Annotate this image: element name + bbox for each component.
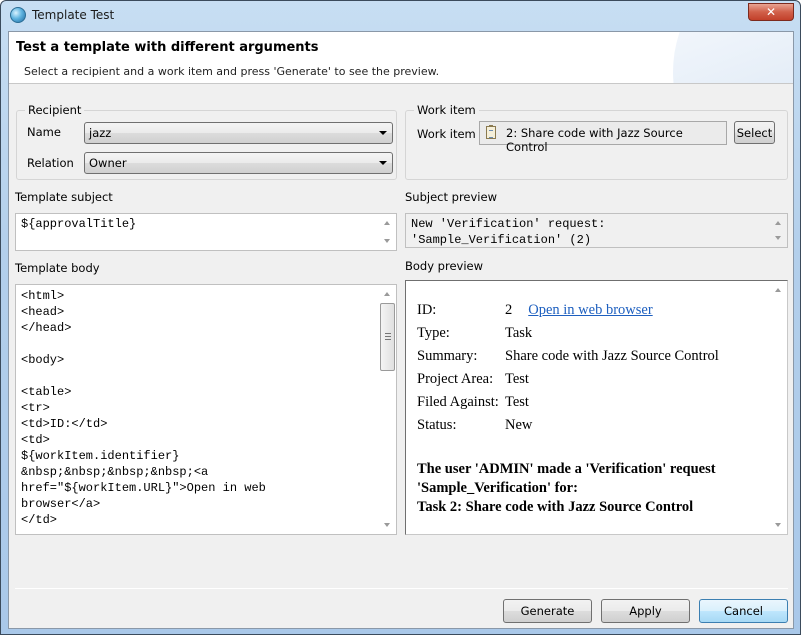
relation-label: Relation [27,156,74,170]
subject-preview-lines: New 'Verification' request: 'Sample_Veri… [406,214,787,247]
code-line: ${workItem.identifier} [21,449,180,463]
preview-message-line: The user 'ADMIN' made a 'Verification' r… [417,461,716,477]
grip-line [385,333,391,334]
select-work-item-button[interactable]: Select [734,121,775,144]
template-subject-label: Template subject [15,190,113,204]
scroll-up-icon[interactable] [775,288,781,292]
close-button[interactable]: ✕ [748,3,794,21]
grip-line [385,336,391,337]
template-subject-input[interactable]: ${approvalTitle} [15,213,397,251]
preview-key: Status: [417,417,457,433]
scroll-up-icon[interactable] [384,292,390,296]
clipboard-icon [486,125,496,139]
window-title: Template Test [32,8,115,22]
scroll-down-icon[interactable] [384,239,390,243]
cancel-button[interactable]: Cancel [699,599,788,623]
template-body-input[interactable]: <html> <head> </head> <body> <table> <tr… [15,284,397,535]
subject-preview-line: 'Sample_Verification' (2) [411,233,592,247]
code-line: <table> [21,385,72,399]
button-bar-separator [15,588,788,589]
recipient-group-label: Recipient [25,103,85,117]
preview-id-value: 2 [505,302,513,318]
name-combo-value: jazz [89,126,112,140]
header-decoration [673,32,793,83]
chevron-down-icon [379,161,387,165]
relation-combo[interactable]: Owner [84,152,393,174]
preview-key: Project Area: [417,371,494,387]
name-label: Name [27,125,61,139]
work-item-value: 2: Share code with Jazz Source Control [506,126,683,154]
code-line: href="${workItem.URL}">Open in web [21,481,266,495]
preview-value: 2 Open in web browser [505,302,653,319]
preview-key: ID: [417,302,437,318]
open-in-browser-link[interactable]: Open in web browser [528,302,652,318]
header-title: Test a template with different arguments [16,40,319,55]
body-preview-scrollbar[interactable] [770,281,787,534]
work-item-group-label: Work item [414,103,479,117]
code-line: browser</a> [21,497,101,511]
header-description: Select a recipient and a work item and p… [24,65,440,78]
preview-value: New [505,417,533,433]
work-item-group: Work item Work item 2: Share code with J… [405,103,788,180]
scroll-thumb[interactable] [380,303,395,371]
preview-key: Type: [417,325,450,341]
code-line: <body> [21,353,65,367]
code-line: <td> [21,433,50,447]
code-line: <html> [21,289,65,303]
template-body-label: Template body [15,261,100,275]
preview-key: Filed Against: [417,394,499,410]
preview-value: Share code with Jazz Source Control [505,348,719,364]
preview-value: Task [505,325,533,341]
code-line: <head> [21,305,65,319]
grip-line [385,339,391,340]
code-line: &nbsp;&nbsp;&nbsp;&nbsp;<a [21,465,209,479]
generate-button[interactable]: Generate [503,599,592,623]
code-line: </td> [21,513,58,527]
template-test-dialog: Template Test ✕ Test a template with dif… [0,0,801,635]
preview-key: Summary: [417,348,478,364]
preview-message-line: 'Sample_Verification' for: [417,480,578,496]
relation-combo-value: Owner [89,156,127,170]
scroll-up-icon[interactable] [384,221,390,225]
chevron-down-icon [379,131,387,135]
recipient-group: Recipient Name jazz Relation Owner [16,103,397,180]
dialog-client-area: Test a template with different arguments… [8,31,794,629]
body-preview-output: ID: 2 Open in web browser Type: Task Summ… [405,280,788,535]
preview-message-line: Task 2: Share code with Jazz Source Cont… [417,499,694,515]
title-bar: Template Test ✕ [1,1,800,31]
body-preview-label: Body preview [405,259,484,273]
work-item-field: 2: Share code with Jazz Source Control [479,121,727,154]
code-line: </head> [21,321,72,335]
preview-value: Test [505,394,529,410]
code-line: <tr> [21,401,50,415]
apply-button[interactable]: Apply [601,599,690,623]
subject-preview-output: New 'Verification' request: 'Sample_Veri… [405,213,788,248]
subject-preview-line: New 'Verification' request: [411,217,606,231]
template-body-lines: <html> <head> </head> <body> <table> <tr… [16,285,396,530]
subject-preview-label: Subject preview [405,190,497,204]
preview-value: Test [505,371,529,387]
subject-preview-scrollbar[interactable] [770,214,787,247]
scroll-down-icon[interactable] [384,523,390,527]
scroll-up-icon[interactable] [775,221,781,225]
app-globe-icon [10,7,26,23]
template-subject-scrollbar[interactable] [379,214,396,250]
dialog-header: Test a template with different arguments… [9,32,793,84]
work-item-label: Work item [417,127,476,141]
scroll-down-icon[interactable] [775,523,781,527]
code-line: <td>ID:</td> [21,417,108,431]
name-combo[interactable]: jazz [84,122,393,144]
template-subject-value: ${approvalTitle} [21,217,137,231]
template-body-scrollbar[interactable] [379,285,396,534]
scroll-down-icon[interactable] [775,236,781,240]
